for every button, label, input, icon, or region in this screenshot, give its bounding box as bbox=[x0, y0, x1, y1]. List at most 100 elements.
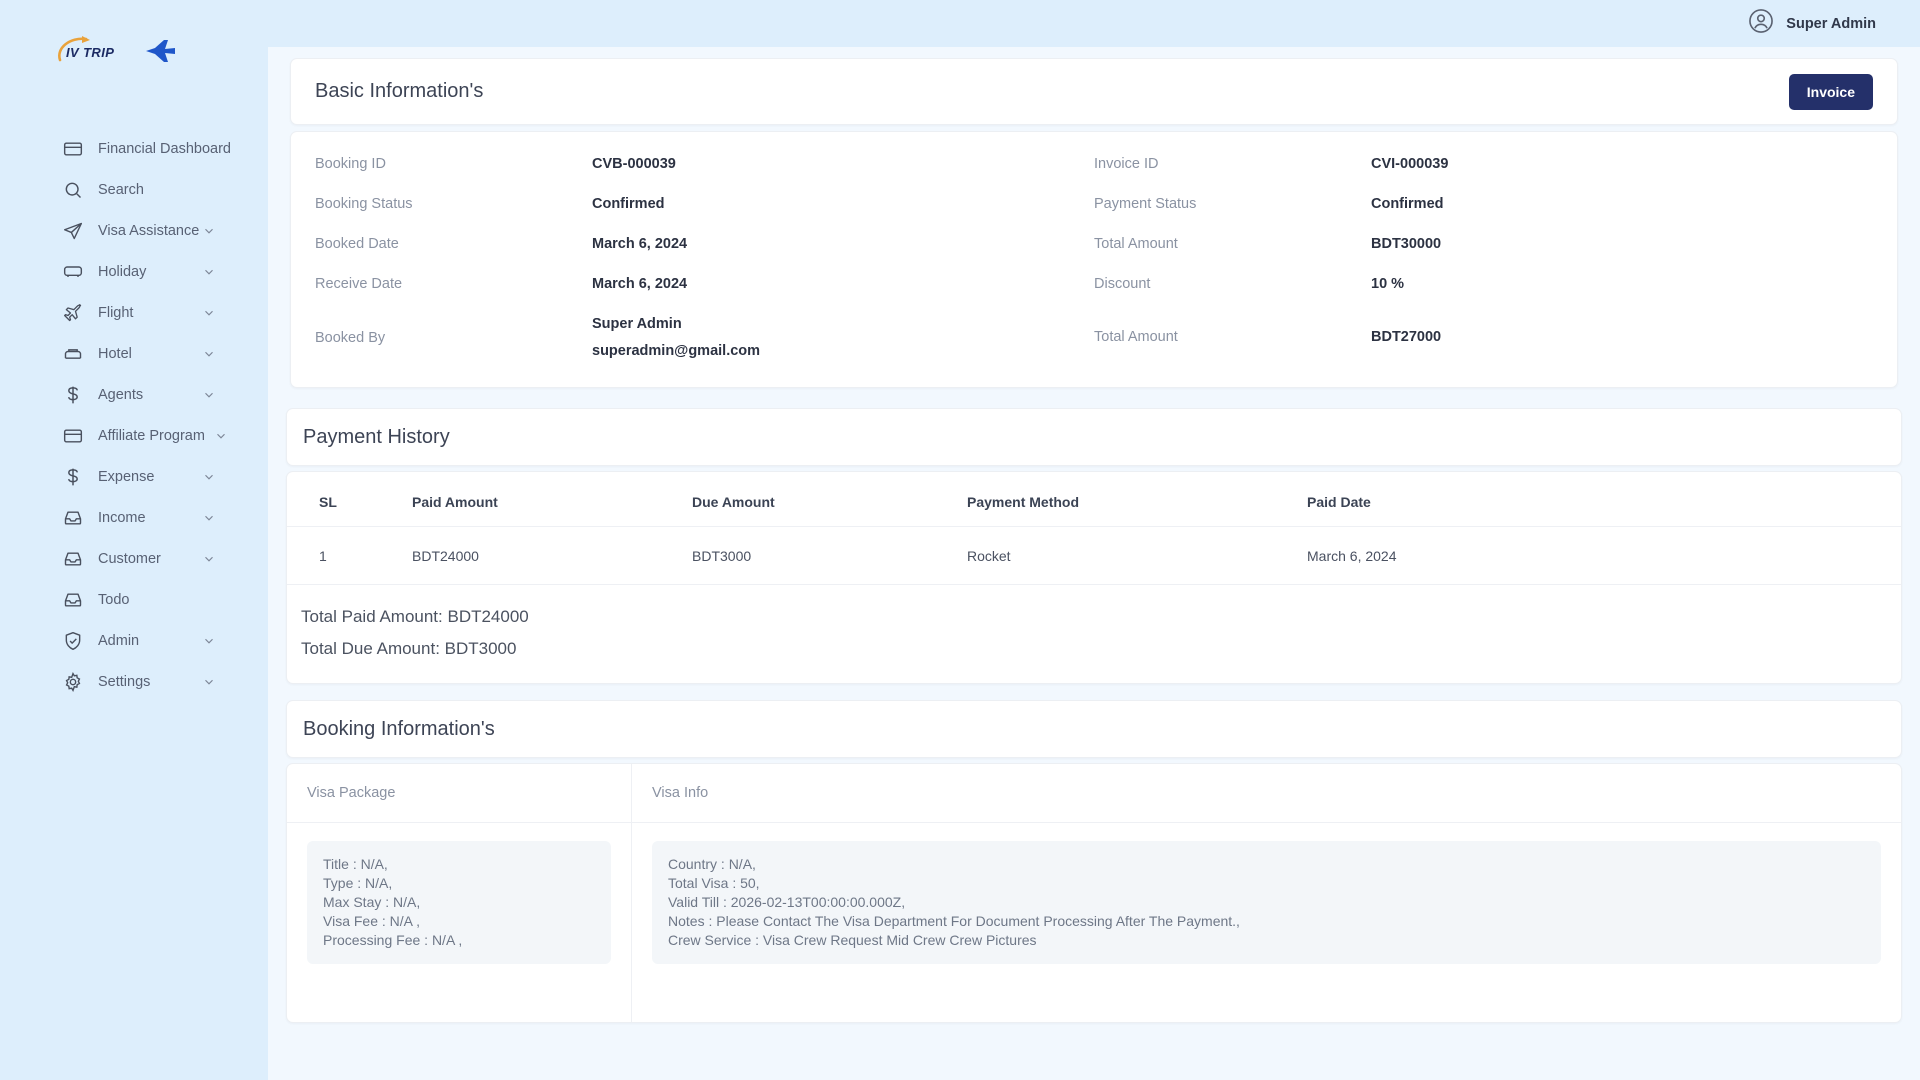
sidebar-item-hotel[interactable]: Hotel bbox=[0, 333, 268, 374]
field-booking-status: Booking Status Confirmed bbox=[315, 186, 1094, 226]
sidebar-item-affiliate-program[interactable]: Affiliate Program bbox=[0, 415, 268, 456]
visa-info-line: Total Visa : 50, bbox=[668, 875, 760, 891]
brand-name: IV TRIP bbox=[66, 45, 115, 60]
field-payment-status: Payment Status Confirmed bbox=[1094, 186, 1873, 226]
visa-info-title: Visa Info bbox=[632, 764, 1901, 823]
cell-sl: 1 bbox=[287, 526, 412, 585]
brand-logo[interactable]: IV TRIP bbox=[0, 18, 268, 78]
chevron-down-icon[interactable] bbox=[202, 675, 216, 689]
chevron-down-icon[interactable] bbox=[214, 429, 228, 443]
dollar-icon bbox=[62, 384, 84, 406]
sidebar-item-flight[interactable]: Flight bbox=[0, 292, 268, 333]
sidebar-item-admin[interactable]: Admin bbox=[0, 620, 268, 661]
sidebar-item-search[interactable]: Search bbox=[0, 169, 268, 210]
section-title: Booking Information's bbox=[303, 717, 495, 740]
chevron-down-icon[interactable] bbox=[202, 388, 216, 402]
sidebar-item-label: Flight bbox=[98, 304, 134, 321]
cell-paid-date: March 6, 2024 bbox=[1307, 526, 1901, 585]
plane-icon bbox=[62, 302, 84, 324]
card-icon bbox=[62, 138, 84, 160]
basic-info-right-column: Invoice ID CVI-000039 Payment Status Con… bbox=[1094, 146, 1873, 369]
cell-payment-method: Rocket bbox=[967, 526, 1307, 585]
sidebar-item-label: Agents bbox=[98, 386, 144, 403]
chevron-down-icon[interactable] bbox=[202, 265, 216, 279]
field-label: Discount bbox=[1094, 276, 1151, 292]
table-row[interactable]: 1 BDT24000 BDT3000 Rocket March 6, 2024 bbox=[287, 526, 1901, 585]
visa-package-line: Visa Fee : N/A , bbox=[323, 913, 421, 929]
user-name: Super Admin bbox=[1786, 15, 1876, 32]
sidebar-item-todo[interactable]: Todo bbox=[0, 579, 268, 620]
column-header-payment-method: Payment Method bbox=[967, 472, 1307, 527]
sidebar-item-label: Customer bbox=[98, 550, 161, 567]
sidebar-item-label: Admin bbox=[98, 632, 140, 649]
invoice-button[interactable]: Invoice bbox=[1788, 73, 1873, 110]
visa-package-line: Max Stay : N/A, bbox=[323, 894, 421, 910]
sidebar-item-customer[interactable]: Customer bbox=[0, 538, 268, 579]
chevron-down-icon[interactable] bbox=[202, 470, 216, 484]
topbar: Super Admin bbox=[268, 0, 1920, 47]
field-label: Booked Date bbox=[315, 236, 399, 252]
sidebar-item-visa-assistance[interactable]: Visa Assistance bbox=[0, 210, 268, 251]
gear-icon bbox=[62, 671, 84, 693]
cell-paid-amount: BDT24000 bbox=[412, 526, 692, 585]
field-label: Booking ID bbox=[315, 156, 386, 172]
page-title: Basic Information's bbox=[315, 80, 484, 102]
booking-information-body: Visa Package Title : N/A, Type : N/A, Ma… bbox=[286, 763, 1902, 1023]
user-avatar-icon bbox=[1748, 8, 1774, 39]
booked-by-name: Super Admin bbox=[592, 316, 682, 332]
field-invoice-id: Invoice ID CVI-000039 bbox=[1094, 146, 1873, 186]
sidebar-item-settings[interactable]: Settings bbox=[0, 661, 268, 702]
inbox-icon bbox=[62, 548, 84, 570]
brand-mark: IV TRIP bbox=[52, 34, 130, 68]
chevron-down-icon[interactable] bbox=[202, 511, 216, 525]
chevron-down-icon[interactable] bbox=[202, 347, 216, 361]
visa-info-line: Country : N/A, bbox=[668, 856, 756, 872]
shield-icon bbox=[62, 630, 84, 652]
field-label: Receive Date bbox=[315, 276, 403, 292]
sidebar-item-label: Visa Assistance bbox=[98, 222, 200, 239]
field-discount: Discount 10 % bbox=[1094, 266, 1873, 306]
bed-icon bbox=[62, 343, 84, 365]
field-label: Booked By bbox=[315, 329, 386, 346]
visa-package-column: Visa Package Title : N/A, Type : N/A, Ma… bbox=[287, 764, 632, 1022]
table-head: SL Paid Amount Due Amount Payment Method… bbox=[287, 472, 1901, 527]
visa-package-line: Type : N/A, bbox=[323, 875, 393, 891]
visa-info-content: Country : N/A, Total Visa : 50, Valid Ti… bbox=[632, 823, 1901, 964]
sidebar-item-label: Affiliate Program bbox=[98, 427, 205, 444]
chevron-down-icon[interactable] bbox=[202, 634, 216, 648]
inbox-icon bbox=[62, 589, 84, 611]
payment-history-body: SL Paid Amount Due Amount Payment Method… bbox=[286, 471, 1902, 684]
sidebar-item-label: Todo bbox=[98, 591, 130, 608]
sidebar: IV TRIP Financial Dashboard Search Visa … bbox=[0, 0, 268, 1080]
sidebar-item-holiday[interactable]: Holiday bbox=[0, 251, 268, 292]
visa-info-line: Valid Till : 2026-02-13T00:00:00.000Z, bbox=[668, 894, 906, 910]
total-due-amount: Total Due Amount: BDT3000 bbox=[301, 639, 517, 658]
user-menu[interactable]: Super Admin bbox=[1748, 8, 1876, 39]
sidebar-item-label: Settings bbox=[98, 673, 151, 690]
payment-totals: Total Paid Amount: BDT24000 Total Due Am… bbox=[287, 585, 1901, 671]
status-badge: Confirmed bbox=[592, 196, 665, 212]
field-booking-id: Booking ID CVB-000039 bbox=[315, 146, 1094, 186]
sidebar-item-agents[interactable]: Agents bbox=[0, 374, 268, 415]
basic-info-left-column: Booking ID CVB-000039 Booking Status Con… bbox=[315, 146, 1094, 369]
field-value: Super Admin superadmin@gmail.com bbox=[592, 316, 760, 359]
chevron-down-icon[interactable] bbox=[202, 306, 216, 320]
sidebar-item-label: Financial Dashboard bbox=[98, 140, 231, 157]
section-title: Payment History bbox=[303, 425, 450, 448]
field-label: Total Amount bbox=[1094, 329, 1178, 345]
sidebar-item-expense[interactable]: Expense bbox=[0, 456, 268, 497]
field-label: Booking Status bbox=[315, 196, 413, 212]
field-receive-date: Receive Date March 6, 2024 bbox=[315, 266, 1094, 306]
field-booked-date: Booked Date March 6, 2024 bbox=[315, 226, 1094, 266]
chevron-down-icon[interactable] bbox=[202, 224, 216, 238]
field-total-amount: Total Amount BDT30000 bbox=[1094, 226, 1873, 266]
sidebar-item-financial-dashboard[interactable]: Financial Dashboard bbox=[0, 128, 268, 169]
main-area: Super Admin Basic Information's Invoice … bbox=[268, 0, 1920, 1080]
visa-package-line: Title : N/A, bbox=[323, 856, 388, 872]
status-badge: Confirmed bbox=[1371, 196, 1444, 212]
sidebar-nav: Financial Dashboard Search Visa Assistan… bbox=[0, 128, 268, 702]
chevron-down-icon[interactable] bbox=[202, 552, 216, 566]
cell-due-amount: BDT3000 bbox=[692, 526, 967, 585]
sidebar-item-income[interactable]: Income bbox=[0, 497, 268, 538]
payment-history-table: SL Paid Amount Due Amount Payment Method… bbox=[287, 472, 1901, 585]
